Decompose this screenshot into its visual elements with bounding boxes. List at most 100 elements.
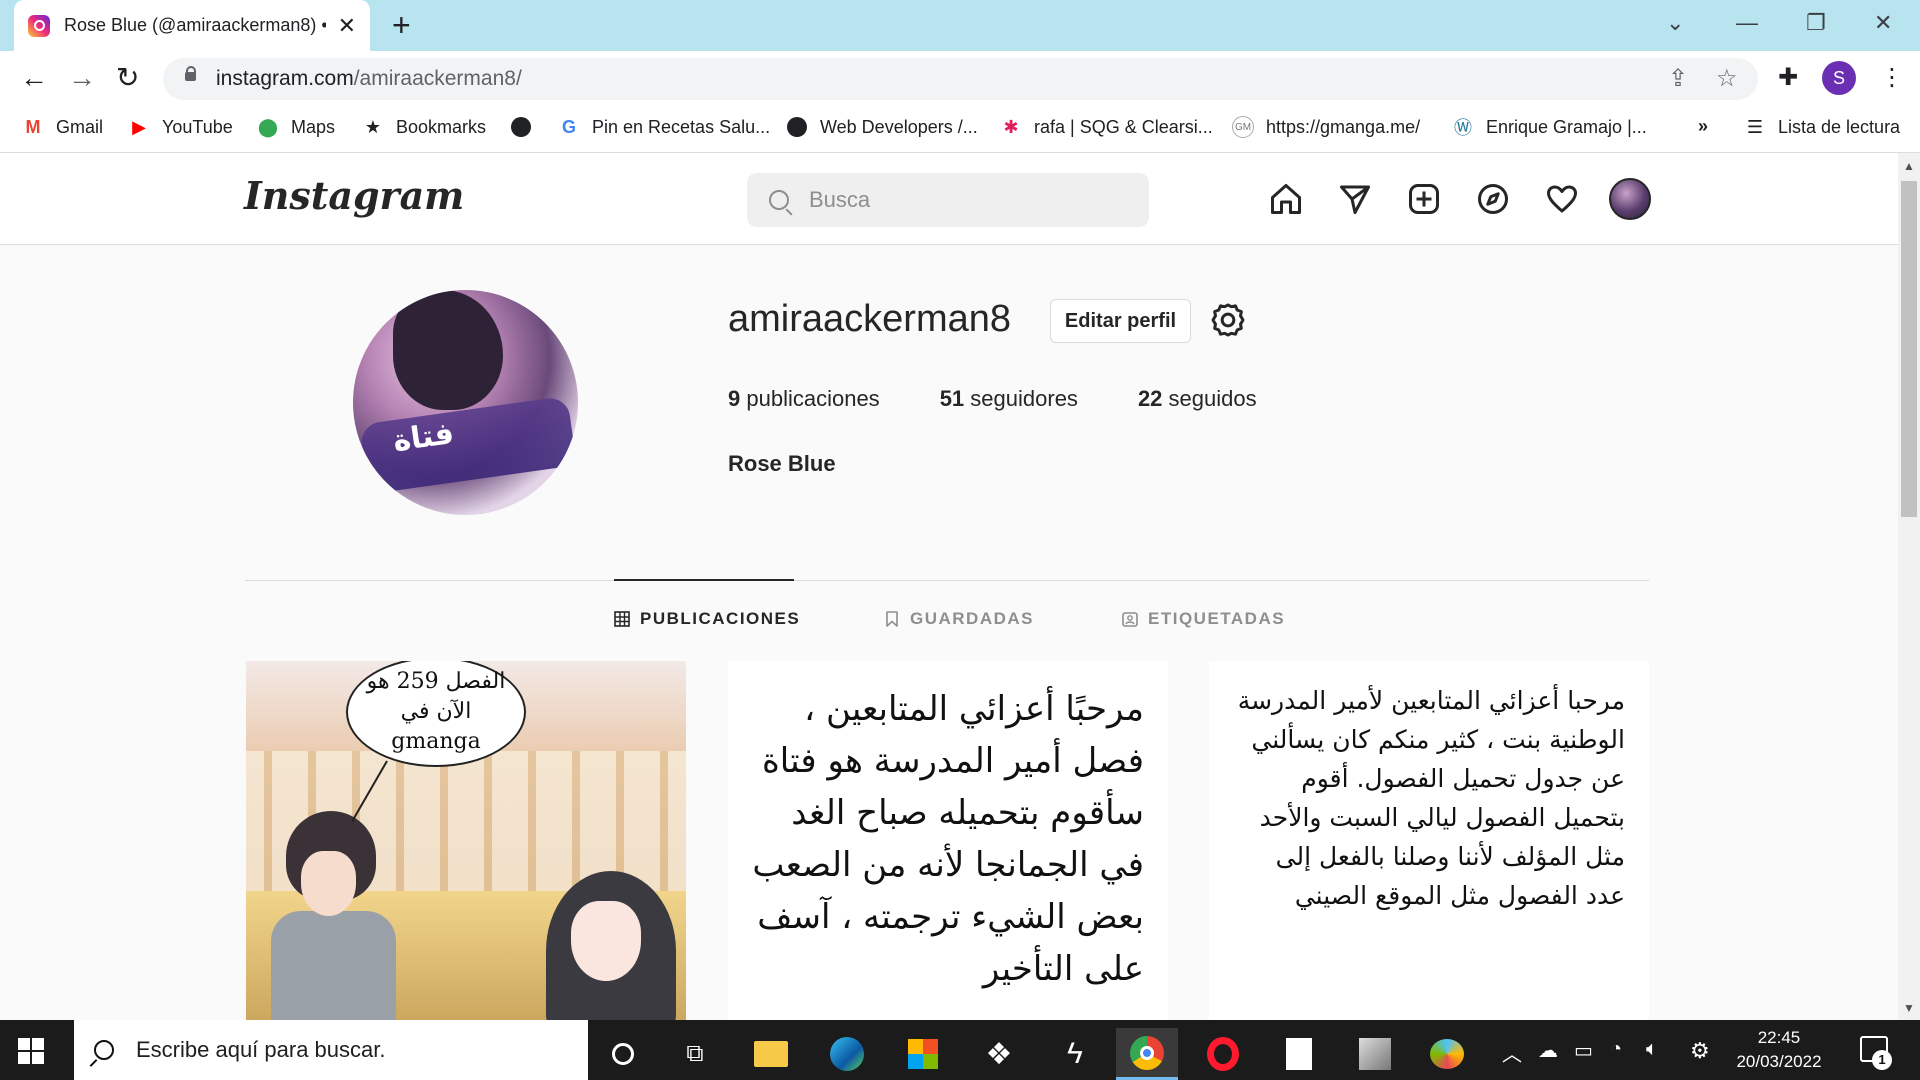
media-app-icon[interactable] [1344, 1028, 1406, 1080]
explore-compass-icon[interactable] [1473, 179, 1513, 219]
bookmark-label: Bookmarks [396, 116, 487, 137]
windows-taskbar: Escribe aquí para buscar. ⧉ ❖ ϟ ︿ ☁ ▭ ◔ … [0, 1020, 1920, 1080]
wifi-icon[interactable]: ◔ [1610, 1038, 1622, 1061]
address-bar[interactable]: instagram.com/amiraackerman8/ ⇪ ☆ [163, 58, 1758, 100]
browser-tab-strip: Rose Blue (@amiraackerman8) • I ✕ + ⌄ — … [0, 0, 1920, 51]
tab-search-icon[interactable]: ⌄ [1666, 10, 1684, 36]
bookmark-youtube[interactable]: ▶ YouTube [128, 116, 233, 138]
paint-icon[interactable] [1416, 1028, 1478, 1080]
lock-icon[interactable] [185, 66, 196, 86]
bookmark-web-developers[interactable]: Web Developers /... [786, 116, 978, 138]
bookmark-maps[interactable]: ⬤ Maps [257, 116, 335, 138]
reading-list-label: Lista de lectura [1778, 116, 1901, 137]
following-stat[interactable]: 22 seguidos [1138, 386, 1257, 412]
reload-icon[interactable]: ↻ [116, 61, 139, 95]
bookmark-globe[interactable] [510, 116, 544, 138]
tab-guardadas[interactable]: GUARDADAS [884, 609, 1034, 629]
scrollbar-thumb[interactable] [1901, 181, 1917, 517]
search-icon [94, 1040, 114, 1060]
settings-gear-icon[interactable]: ⚙ [1690, 1038, 1710, 1064]
bookmark-rafa-slack[interactable]: ✱ rafa | SQG & Clearsi... [1000, 116, 1212, 138]
bubble-line-2: الآن في [400, 699, 472, 724]
tabs-divider [245, 580, 1649, 581]
bookmark-label: YouTube [162, 116, 233, 137]
cortana-icon[interactable] [592, 1028, 654, 1080]
back-arrow-icon[interactable]: ← [20, 61, 48, 95]
gmail-icon: M [25, 116, 41, 137]
bookmark-star-icon[interactable]: ☆ [1716, 64, 1738, 93]
app-s-icon[interactable]: ϟ [1044, 1028, 1106, 1080]
dropbox-icon[interactable]: ❖ [968, 1028, 1030, 1080]
bookmark-gmanga[interactable]: GM https://gmanga.me/ [1232, 116, 1420, 138]
post-thumbnail-2[interactable]: مرحبًا أعزائي المتابعين ، فصل أمير المدر… [728, 661, 1168, 1021]
profile-stats: 9 publicaciones 51 seguidores 22 seguido… [728, 386, 1317, 412]
tab-label: ETIQUETADAS [1148, 609, 1286, 628]
search-box[interactable] [747, 173, 1149, 227]
scroll-up-arrow-icon[interactable]: ▲ [1903, 159, 1915, 173]
minimize-button[interactable]: — [1736, 10, 1758, 36]
activity-heart-icon[interactable] [1542, 179, 1582, 219]
show-hidden-icons-chevron[interactable]: ︿ [1502, 1038, 1522, 1067]
close-tab-icon[interactable]: ✕ [338, 13, 356, 39]
tab-publicaciones[interactable]: PUBLICACIONES [614, 609, 800, 629]
direct-messages-icon[interactable] [1335, 179, 1375, 219]
post-text: مرحبا أعزائي المتابعين لأمير المدرسة الو… [1237, 686, 1625, 910]
microsoft-store-icon[interactable] [892, 1028, 954, 1080]
edit-profile-button[interactable]: Editar perfil [1050, 299, 1191, 343]
page-scrollbar[interactable]: ▲ ▼ [1898, 153, 1920, 1020]
home-icon[interactable] [1266, 179, 1306, 219]
browser-tab[interactable]: Rose Blue (@amiraackerman8) • I ✕ [14, 0, 370, 51]
globe-icon [510, 116, 532, 138]
share-icon[interactable]: ⇪ [1668, 64, 1688, 93]
profile-picture[interactable]: فتاة [353, 290, 578, 515]
restore-button[interactable]: ❐ [1806, 10, 1826, 36]
bookmark-pin-recetas[interactable]: G Pin en Recetas Salu... [558, 116, 770, 138]
tab-label: GUARDADAS [910, 609, 1034, 628]
new-tab-button[interactable]: + [392, 8, 411, 42]
browser-toolbar: ← → ↻ instagram.com/amiraackerman8/ ⇪ ☆ … [0, 51, 1920, 105]
edge-icon[interactable] [816, 1028, 878, 1080]
scroll-down-arrow-icon[interactable]: ▼ [1903, 1001, 1915, 1015]
browser-profile-avatar[interactable]: S [1822, 61, 1856, 95]
bookmark-bookmarks[interactable]: ★ Bookmarks [362, 116, 486, 138]
task-view-icon[interactable]: ⧉ [664, 1028, 726, 1080]
url-host: instagram.com [216, 67, 354, 90]
posts-label: publicaciones [746, 386, 880, 411]
chrome-icon[interactable] [1116, 1028, 1178, 1080]
chrome-menu-icon[interactable]: ⋮ [1880, 63, 1904, 92]
volume-icon[interactable]: 🔈︎ [1646, 1038, 1658, 1061]
bookmarks-overflow-button[interactable]: » [1698, 116, 1708, 137]
bookmark-label: Enrique Gramajo |... [1486, 116, 1647, 137]
reading-list-button[interactable]: ☰ Lista de lectura [1744, 116, 1900, 138]
extensions-puzzle-icon[interactable]: ✚ [1778, 63, 1798, 92]
bubble-line-1: الفصل 259 هو [366, 669, 506, 694]
settings-gear-icon[interactable] [1208, 300, 1248, 340]
slack-icon: ✱ [1003, 116, 1019, 137]
followers-stat[interactable]: 51 seguidores [940, 386, 1078, 412]
post-art-man [266, 811, 396, 1021]
google-icon: G [561, 116, 576, 137]
instagram-header: Instagram [0, 153, 1898, 245]
instagram-logo[interactable]: Instagram [244, 173, 464, 218]
taskbar-search[interactable]: Escribe aquí para buscar. [74, 1020, 588, 1080]
onedrive-cloud-icon[interactable]: ☁ [1538, 1038, 1558, 1063]
close-window-button[interactable]: ✕ [1874, 10, 1892, 36]
taskbar-search-placeholder: Escribe aquí para buscar. [136, 1037, 386, 1062]
posts-count: 9 [728, 386, 741, 411]
search-input[interactable] [809, 187, 1129, 213]
forward-arrow-icon[interactable]: → [68, 61, 96, 95]
new-post-icon[interactable] [1404, 179, 1444, 219]
taskbar-clock[interactable]: 22:45 20/03/2022 [1734, 1026, 1824, 1074]
profile-avatar-small[interactable] [1609, 178, 1651, 220]
tab-etiquetadas[interactable]: ETIQUETADAS [1122, 609, 1285, 629]
notepad-icon[interactable] [1268, 1028, 1330, 1080]
bookmark-enrique-gramajo[interactable]: Ⓦ Enrique Gramajo |... [1452, 116, 1647, 139]
post-thumbnail-3[interactable]: مرحبا أعزائي المتابعين لأمير المدرسة الو… [1209, 661, 1649, 1021]
file-explorer-icon[interactable] [740, 1028, 802, 1080]
windows-start-icon[interactable] [18, 1038, 44, 1064]
battery-icon[interactable]: ▭ [1574, 1038, 1593, 1063]
opera-icon[interactable] [1192, 1028, 1254, 1080]
bookmark-gmail[interactable]: M Gmail [22, 116, 104, 138]
notification-count-badge: 1 [1872, 1050, 1892, 1070]
post-thumbnail-1[interactable]: الفصل 259 هو الآن في gmanga [246, 661, 686, 1021]
